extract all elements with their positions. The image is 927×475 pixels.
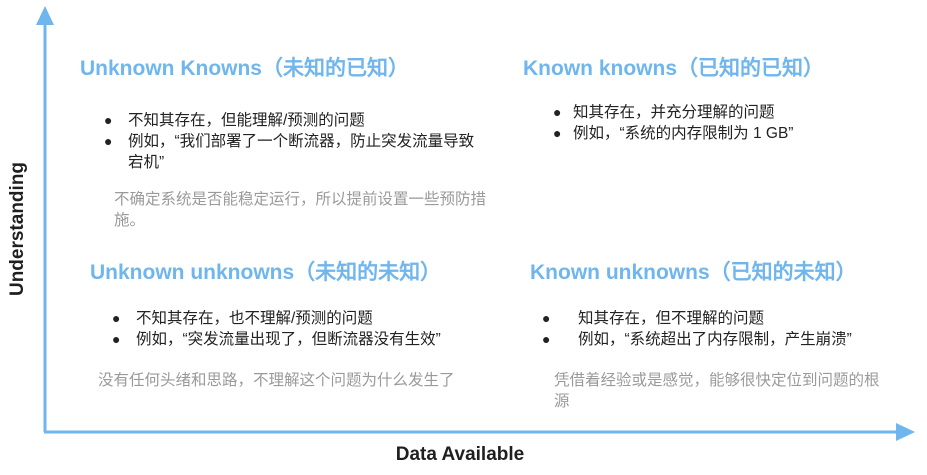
bullet-item: ● 例如，“系统超出了内存限制，产生崩溃” (542, 329, 902, 350)
bullet-dot: ● (542, 310, 551, 326)
bullet-text: 例如，“系统超出了内存限制，产生崩溃” (578, 331, 852, 348)
x-axis-arrow (896, 423, 915, 441)
bullet-text: 不知其存在，也不理解/预测的问题 (136, 310, 373, 327)
bullet-text: 知其存在，并充分理解的问题 (573, 104, 775, 121)
y-axis-label: Understanding (7, 161, 28, 297)
bullet-item: ● 知其存在，但不理解的问题 (542, 308, 902, 329)
bullet-dot: ● (553, 104, 562, 120)
bullet-dot: ● (542, 331, 551, 347)
bullet-text: 知其存在，但不理解的问题 (578, 310, 765, 327)
bullet-text: 例如，“系统的内存限制为 1 GB” (573, 125, 794, 142)
bullet-list: ● 知其存在，但不理解的问题 ● 例如，“系统超出了内存限制，产生崩溃” (542, 308, 902, 350)
bullet-dot: ● (112, 331, 121, 347)
bullet-item: ● 例如，“突发流量出现了，但断流器没有生效” (112, 329, 512, 350)
quadrant-title: Known knowns（已知的已知） (523, 57, 824, 80)
bullet-dot: ● (104, 112, 113, 128)
bullet-item: ● 知其存在，并充分理解的问题 (553, 102, 893, 123)
quadrant-title: Unknown unknowns（未知的未知） (90, 261, 442, 284)
bullet-item: ● 例如，“系统的内存限制为 1 GB” (553, 123, 893, 144)
quadrant-known-unknowns: Known unknowns（已知的未知） ● 知其存在，但不理解的问题 ● 例… (530, 260, 910, 412)
bullet-text: 例如，“突发流量出现了，但断流器没有生效” (136, 331, 441, 348)
bullet-dot: ● (112, 310, 121, 326)
bullet-dot: ● (553, 125, 562, 141)
quadrant-unknown-unknowns: Unknown unknowns（未知的未知） ● 不知其存在，也不理解/预测的… (90, 260, 520, 391)
y-axis-arrow (36, 6, 54, 25)
bullet-list: ● 知其存在，并充分理解的问题 ● 例如，“系统的内存限制为 1 GB” (553, 102, 893, 144)
quadrant-unknown-knowns: Unknown Knowns（未知的已知） ● 不知其存在，但能理解/预测的问题… (80, 56, 500, 231)
quadrant-known-knowns: Known knowns（已知的已知） ● 知其存在，并充分理解的问题 ● 例如… (523, 56, 903, 144)
quadrant-title: Known unknowns（已知的未知） (530, 261, 857, 284)
quadrant-note: 不确定系统是否能稳定运行，所以提前设置一些预防措施。 (114, 191, 487, 229)
bullet-text: 不知其存在，但能理解/预测的问题 (128, 112, 365, 129)
quadrant-note: 没有任何头绪和思路，不理解这个问题为什么发生了 (98, 372, 455, 389)
bullet-item: ● 例如，“我们部署了一个断流器，防止突发流量导致宕机” (104, 131, 482, 173)
bullet-list: ● 不知其存在，但能理解/预测的问题 ● 例如，“我们部署了一个断流器，防止突发… (104, 110, 482, 173)
x-axis-label: Data Available (395, 444, 525, 465)
bullet-text: 例如，“我们部署了一个断流器，防止突发流量导致宕机” (128, 133, 475, 171)
bullet-item: ● 不知其存在，也不理解/预测的问题 (112, 308, 512, 329)
quadrant-note: 凭借着经验或是感觉，能够很快定位到问题的根源 (554, 372, 880, 410)
quadrant-title: Unknown Knowns（未知的已知） (80, 57, 409, 80)
bullet-item: ● 不知其存在，但能理解/预测的问题 (104, 110, 482, 131)
bullet-list: ● 不知其存在，也不理解/预测的问题 ● 例如，“突发流量出现了，但断流器没有生… (112, 308, 512, 350)
bullet-dot: ● (104, 133, 113, 149)
